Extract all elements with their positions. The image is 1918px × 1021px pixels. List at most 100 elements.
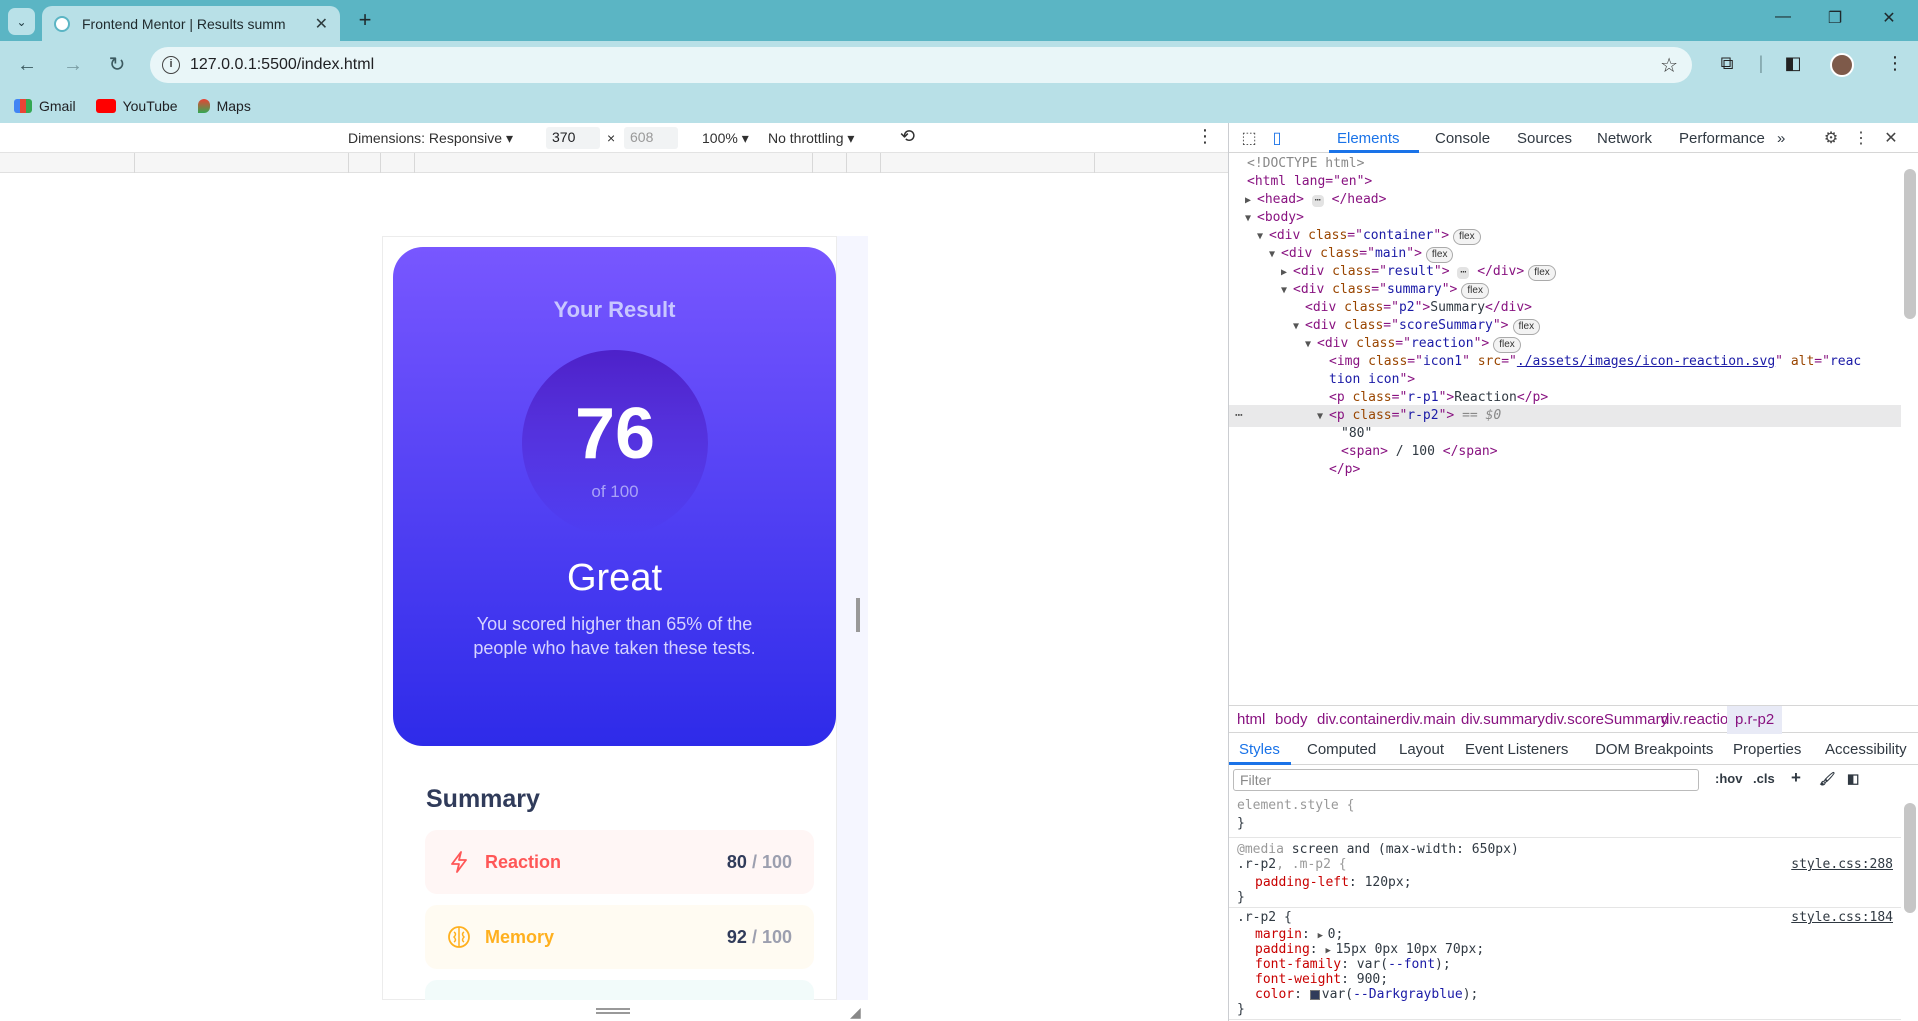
rule2-source-link[interactable]: style.css:184 — [1791, 909, 1893, 927]
throttling-select[interactable]: No throttling ▾ — [768, 130, 854, 147]
ellipsis-badge[interactable]: ⋯ — [1311, 195, 1324, 207]
height-input[interactable]: 608 — [624, 127, 678, 149]
paint-icon[interactable]: 🖌 — [1819, 771, 1836, 787]
menu-kebab-icon[interactable]: ⋮ — [1882, 53, 1908, 79]
tab-search-button[interactable]: ⌄ — [8, 8, 35, 35]
settings-gear-icon[interactable]: ⚙ — [1821, 128, 1841, 148]
dom-node-p-close[interactable]: </p> — [1229, 459, 1901, 481]
devtools-close-icon[interactable]: ✕ — [1881, 128, 1901, 148]
device-toggle-icon[interactable]: ▯ — [1267, 128, 1287, 148]
css-var-link[interactable]: --Darkgrayblue — [1353, 987, 1463, 1002]
ruler-tick — [1094, 153, 1095, 173]
dom-scrollbar[interactable] — [1904, 169, 1916, 319]
styles-scrollbar[interactable] — [1904, 803, 1916, 913]
crumb-container[interactable]: div.container — [1317, 711, 1401, 728]
side-panel-icon[interactable]: ◧ — [1780, 53, 1806, 79]
img-src-link[interactable]: ./assets/images/icon-reaction.svg — [1517, 354, 1775, 369]
css-declaration[interactable]: color: var(--Darkgrayblue); — [1255, 986, 1478, 1004]
site-info-icon[interactable]: i — [162, 56, 180, 74]
element-style-rule[interactable]: element.style { — [1237, 797, 1354, 815]
bookmark-youtube[interactable]: YouTube — [95, 98, 178, 114]
css-var-link[interactable]: --font — [1388, 957, 1435, 972]
devtools-more-icon[interactable]: ⋮ — [1851, 128, 1871, 148]
styles-pane[interactable]: element.style { } @media screen and (max… — [1229, 795, 1901, 1021]
tab-console[interactable]: Console — [1435, 130, 1490, 147]
bookmark-star-icon[interactable]: ☆ — [1660, 53, 1678, 78]
rotate-icon[interactable]: ⟲ — [900, 126, 915, 147]
rule1-source-link[interactable]: style.css:288 — [1791, 856, 1893, 874]
bookmark-maps[interactable]: Maps — [197, 98, 251, 114]
new-tab-button[interactable]: + — [352, 8, 378, 34]
bookmark-gmail[interactable]: Gmail — [14, 98, 76, 114]
crumb-summary[interactable]: div.summary — [1461, 711, 1545, 728]
crumb-reaction[interactable]: div.reaction — [1661, 711, 1737, 728]
inspect-element-icon[interactable]: ⬚ — [1239, 128, 1259, 148]
styles-filter-bar: Filter :hov .cls + 🖌 ◧ — [1229, 765, 1918, 795]
resize-handle-right[interactable] — [856, 598, 860, 632]
ruler-tick — [812, 153, 813, 173]
tab-close-icon[interactable]: ✕ — [315, 14, 328, 34]
restore-button[interactable]: ❐ — [1812, 8, 1858, 34]
styles-filter-input[interactable]: Filter — [1233, 769, 1699, 791]
cls-button[interactable]: .cls — [1753, 771, 1775, 786]
zoom-select[interactable]: 100% ▾ — [702, 130, 749, 147]
head-tag-text: <head> — [1257, 192, 1304, 207]
width-input[interactable]: 370 — [546, 127, 600, 149]
forward-button[interactable]: → — [58, 51, 88, 81]
device-more-icon[interactable]: ⋮ — [1196, 126, 1214, 147]
crumb-html[interactable]: html — [1237, 711, 1265, 728]
back-button[interactable]: ← — [12, 51, 42, 81]
sidebar-toggle-icon[interactable]: ◧ — [1847, 771, 1859, 787]
css-value: var( — [1356, 957, 1389, 972]
rule1-selector[interactable]: .r-p2, .m-p2 { — [1237, 856, 1347, 874]
color-swatch[interactable] — [1309, 989, 1320, 1000]
grade-description: You scored higher than 65% of the people… — [473, 614, 756, 658]
crumb-main[interactable]: div.main — [1401, 711, 1456, 728]
profile-avatar[interactable] — [1830, 53, 1854, 77]
node-text: Reaction — [1454, 390, 1517, 405]
crumb-rp2[interactable]: p.r-p2 — [1727, 706, 1783, 734]
tab-network[interactable]: Network — [1597, 130, 1652, 147]
subtab-properties[interactable]: Properties — [1733, 741, 1801, 758]
browser-tab-active[interactable]: Frontend Mentor | Results summ ✕ — [42, 6, 340, 41]
rule2-selector[interactable]: .r-p2 { — [1237, 909, 1292, 927]
subtab-accessibility[interactable]: Accessibility — [1825, 741, 1907, 758]
resize-handle-bottom[interactable] — [596, 1008, 630, 1014]
media-text: screen and (max-width: 650px) — [1291, 842, 1519, 857]
subtab-layout[interactable]: Layout — [1399, 741, 1444, 758]
url-text[interactable]: 127.0.0.1:5500/index.html — [190, 56, 374, 74]
score-of-label: of 100 — [591, 482, 639, 501]
css-value: ); — [1435, 957, 1451, 972]
emulated-device-viewport[interactable]: Your Result 76 of 100 Great You scored h… — [382, 236, 868, 1000]
ellipsis-badge[interactable]: ⋯ — [1457, 267, 1470, 279]
class-value: icon1 — [1422, 354, 1463, 369]
crumb-body[interactable]: body — [1275, 711, 1308, 728]
subtab-computed[interactable]: Computed — [1307, 741, 1376, 758]
breadcrumb: html body div.container div.main div.sum… — [1229, 705, 1918, 734]
minimize-button[interactable]: — — [1760, 8, 1806, 34]
more-tabs-icon[interactable]: » — [1777, 130, 1785, 147]
address-bar[interactable]: i 127.0.0.1:5500/index.html ☆ — [150, 47, 1692, 83]
dimensions-select[interactable]: Dimensions: Responsive ▾ — [348, 130, 513, 147]
row-max: / 100 — [751, 851, 792, 872]
crumb-scoresummary[interactable]: div.scoreSummary — [1545, 711, 1668, 728]
resize-corner-icon[interactable]: ◢ — [850, 1004, 861, 1021]
reload-button[interactable]: ↻ — [102, 51, 132, 81]
hov-button[interactable]: :hov — [1715, 771, 1742, 786]
subtab-event-listeners[interactable]: Event Listeners — [1465, 741, 1568, 758]
gmail-icon — [14, 99, 32, 113]
window-close-button[interactable]: ✕ — [1866, 8, 1912, 34]
subtab-styles[interactable]: Styles — [1239, 741, 1280, 758]
tab-elements[interactable]: Elements — [1337, 130, 1400, 147]
css-prop: margin — [1255, 927, 1302, 942]
css-declaration[interactable]: padding-left: 120px; — [1255, 874, 1412, 892]
lightning-icon — [447, 850, 471, 874]
extensions-icon[interactable]: ⧉ — [1714, 53, 1740, 79]
class-value: container — [1362, 228, 1434, 243]
dom-tree[interactable]: <!DOCTYPE html> <html lang="en"> ▶ <head>… — [1229, 153, 1901, 705]
tab-sources[interactable]: Sources — [1517, 130, 1572, 147]
new-rule-icon[interactable]: + — [1791, 768, 1801, 788]
tab-performance[interactable]: Performance — [1679, 130, 1765, 147]
bookmarks-bar: Gmail YouTube Maps — [0, 89, 1918, 123]
subtab-dom-breakpoints[interactable]: DOM Breakpoints — [1595, 741, 1713, 758]
